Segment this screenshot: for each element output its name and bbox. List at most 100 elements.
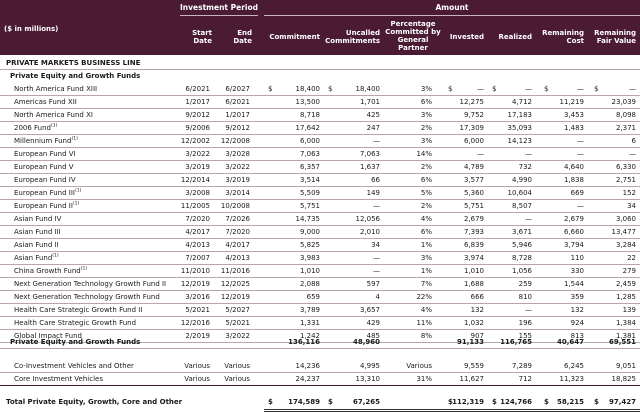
cell-remfv: 2,459 (615, 280, 636, 288)
fund-name: Health Care Strategic Growth Fund II (14, 304, 142, 316)
cell-end: 3/2022 (225, 163, 250, 171)
table-row: North America Fund XIII 6/2021 6/2027 18,40… (0, 83, 640, 95)
fund-name: Next Generation Technology Growth Fund (14, 291, 160, 303)
cell-end: 3/2019 (225, 176, 250, 184)
cell-uncalled: 4,995 (359, 362, 380, 370)
cell-remfv: 1,285 (615, 293, 636, 301)
cell-uncalled: 149 (366, 189, 380, 197)
table-row: Next Generation Technology Growth Fund 3/… (0, 291, 640, 303)
column-header-percentage-committed: Percentage Committed by General Partner (385, 20, 441, 52)
cell-realized: — (525, 306, 532, 314)
cell-pct: 3% (420, 85, 432, 93)
fund-name: Americas Fund XII (14, 96, 77, 108)
cell-end: 9/2012 (225, 124, 250, 132)
cell-remcost: 1,544 (563, 280, 584, 288)
group-header-investment-period: Investment Period (180, 3, 258, 12)
group-header-amount: Amount (435, 3, 469, 12)
footnote-marker: (1) (71, 136, 78, 142)
table-row: Millennium Fund(1) 12/2002 12/2008 6,000 — 3%… (0, 135, 640, 147)
subtotal-label: Private Equity and Growth Funds (10, 338, 141, 346)
cell-commitment: 5,509 (299, 189, 320, 197)
fund-name-text: 2006 Fund (14, 124, 51, 132)
fund-name: European Fund II(1) (14, 200, 79, 212)
cell-end: 7/2026 (225, 215, 250, 223)
cell-pct: 7% (420, 280, 432, 288)
footnote-marker: (1) (74, 188, 82, 194)
cell-realized: — (525, 215, 532, 223)
footnote-marker: (1) (80, 266, 88, 272)
fund-name: European Fund V (14, 161, 74, 173)
cell-uncalled: 12,056 (355, 215, 381, 223)
cell-commitment: 5,751 (299, 202, 320, 210)
table-row: 2006 Fund(1) 9/2006 9/2012 17,642 247 2% 17,30… (0, 122, 640, 134)
cell-commitment: 13,500 (295, 98, 321, 106)
table-row: European Fund II(1) 11/2005 10/2008 5,751 — 2… (0, 200, 640, 212)
cell-commitment: 8,718 (299, 111, 320, 119)
cell-pct: 11% (416, 319, 432, 327)
table-row: Core Investment Vehicles Various Various 24… (0, 373, 640, 385)
dollar-sign: $ (328, 85, 333, 93)
cell-start: 12/2014 (180, 176, 210, 184)
cell-pct: 6% (420, 228, 432, 236)
cell-end: 12/2019 (220, 293, 250, 301)
cell-uncalled: 13,310 (355, 375, 381, 383)
column-header-uncalled-commitments: Uncalled Commitments (325, 29, 380, 45)
cell-end: 6/2027 (225, 85, 250, 93)
table-row: Asian Fund(1) 7/2007 4/2013 3,983 — 3% 3,974 8,… (0, 252, 640, 264)
cell-realized: 259 (518, 280, 532, 288)
cell-pct: 31% (416, 375, 432, 383)
fund-name-text: North America Fund XI (14, 111, 93, 119)
cell-invested: 12,275 (459, 98, 485, 106)
dollar-sign: $ (492, 85, 497, 93)
cell-remcost: 3,453 (563, 111, 584, 119)
cell-start: 7/2007 (185, 254, 210, 262)
cell-start: 3/2016 (185, 293, 210, 301)
group-underline (264, 15, 640, 16)
cell-start: Various (184, 362, 210, 370)
cell-uncalled: 597 (366, 280, 380, 288)
cell-invested: 6,000 (463, 137, 484, 145)
fund-name-text: European Fund VI (14, 150, 76, 158)
fund-name-text: European Fund II (14, 202, 73, 210)
fund-name-text: Asian Fund III (14, 228, 61, 236)
cell-uncalled: — (373, 202, 380, 210)
cell-start: 11/2005 (180, 202, 210, 210)
cell-invested: 5,751 (463, 202, 484, 210)
cell-end: Various (224, 362, 250, 370)
fund-name: 2006 Fund(1) (14, 122, 57, 134)
cell-remfv: 2,751 (615, 176, 636, 184)
cell-commitment: 3,514 (299, 176, 320, 184)
cell-start: 11/2010 (180, 267, 210, 275)
cell-pct: 2% (420, 202, 432, 210)
cell-start: 7/2020 (185, 215, 210, 223)
fund-name: North America Fund XIII (14, 83, 97, 95)
cell-pct: 1% (420, 241, 432, 249)
cell-remcost: 2,679 (563, 215, 584, 223)
cell-uncalled: 1,637 (359, 163, 380, 171)
cell-pct: 6% (420, 176, 432, 184)
cell-invested: 1,032 (463, 319, 484, 327)
cell-realized: 1,056 (511, 267, 532, 275)
cell-uncalled: 18,400 (355, 85, 381, 93)
footnote-marker: (1) (52, 253, 59, 259)
cell-commitment: 9,000 (299, 228, 320, 236)
cell-end: 5/2027 (225, 306, 250, 314)
cell-remcost: 132 (570, 306, 584, 314)
cell-realized: 14,123 (507, 137, 533, 145)
fund-name-text: Asian Fund IV (14, 215, 62, 223)
cell-remfv: 13,477 (611, 228, 637, 236)
cell-commitment: 7,063 (299, 150, 320, 158)
cell-invested: 2,679 (463, 215, 484, 223)
cell-end: 1/2017 (225, 111, 250, 119)
subtotal-row: Private Equity and Growth Funds 136,116 … (0, 336, 640, 348)
cell-start: Various (184, 375, 210, 383)
cell-commitment: 5,825 (299, 241, 320, 249)
table-row: Next Generation Technology Growth Fund I… (0, 278, 640, 290)
cell-uncalled: 425 (366, 111, 380, 119)
fund-name-text: European Fund IV (14, 176, 76, 184)
cell-commitment: 2,088 (299, 280, 320, 288)
cell-pct: 14% (416, 150, 432, 158)
cell-start: 6/2021 (185, 85, 210, 93)
cell-realized: 196 (518, 319, 532, 327)
table-row: European Fund V 3/2019 3/2022 6,357 1,637 2% 4… (0, 161, 640, 173)
